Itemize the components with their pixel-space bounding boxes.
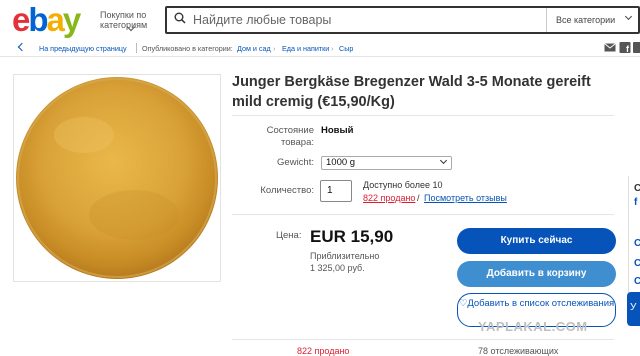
approx-value: 1 325,00 руб. [310,263,365,273]
quantity-label: Количество: [260,185,314,196]
listing-title: Junger Bergkäse Bregenzer Wald 3-5 Monat… [232,74,591,110]
twitter-icon[interactable] [633,42,640,53]
search-divider [546,8,547,32]
back-link[interactable]: На предыдущую страницу [39,44,127,53]
logo-letter-y: y [62,1,81,38]
condition-value: Новый [321,125,354,136]
ebay-listing-page: ebay Покупки по категориям Найдите любые… [0,0,640,356]
seller-panel-char: С [634,183,640,194]
divider [232,339,614,340]
ebay-logo[interactable]: ebay [12,1,81,38]
divider [232,214,614,215]
breadcrumb-sep: › [331,44,334,53]
listed-in-label: Опубликовано в категории: [142,44,233,53]
breadcrumb-divider [136,43,137,53]
sold-count-link[interactable]: 822 продано [363,193,415,203]
weight-label: Gewicht: [277,157,314,168]
approx-label: Приблизительно [310,251,380,261]
logo-letter-b: b [28,1,48,38]
approx-price: Приблизительно 1 325,00 руб. [310,250,379,274]
bottom-watchers-count: 78 отслеживающих [478,346,559,356]
seller-panel-button[interactable]: У [627,292,640,326]
breadcrumb-food-drinks[interactable]: Еда и напитки [282,44,329,53]
search-icon [174,12,186,24]
search-placeholder: Найдите любые товары [193,13,332,27]
buy-now-button[interactable]: Купить сейчас [457,228,616,254]
availability-text: Доступно более 10 [363,180,443,190]
seller-panel-char[interactable]: С [634,238,640,249]
logo-letter-e: e [12,1,30,38]
quantity-input[interactable]: 1 [320,180,352,202]
breadcrumb-cheese[interactable]: Сыр [339,44,353,53]
seller-panel-char[interactable]: С [634,258,640,269]
watchlist-label: Добавить в список отслеживания [467,298,615,309]
mail-icon[interactable] [604,42,616,53]
seller-panel-char[interactable]: f [634,197,637,208]
price-value: EUR 15,90 [310,227,394,246]
facebook-icon[interactable]: f [619,42,631,53]
category-select[interactable]: Все категории [556,15,615,25]
divider [232,115,614,116]
breadcrumb-home-garden[interactable]: Дом и сад [237,44,271,53]
seller-panel-char[interactable]: С [634,276,640,287]
logo-letter-a: a [46,1,65,38]
sold-separator: / [417,193,420,203]
product-image-cheese[interactable] [14,75,220,281]
reviews-link[interactable]: Посмотреть отзывы [424,193,507,203]
bottom-sold-count: 822 продано [297,346,350,356]
watermark: YAPLAKAL.COM [478,319,588,334]
add-to-cart-button[interactable]: Добавить в корзину [457,261,616,287]
breadcrumb-sep: › [273,44,276,53]
condition-label: Состояние товара: [266,125,314,148]
weight-select[interactable]: 1000 g [321,156,452,170]
price-label: Цена: [276,230,302,241]
